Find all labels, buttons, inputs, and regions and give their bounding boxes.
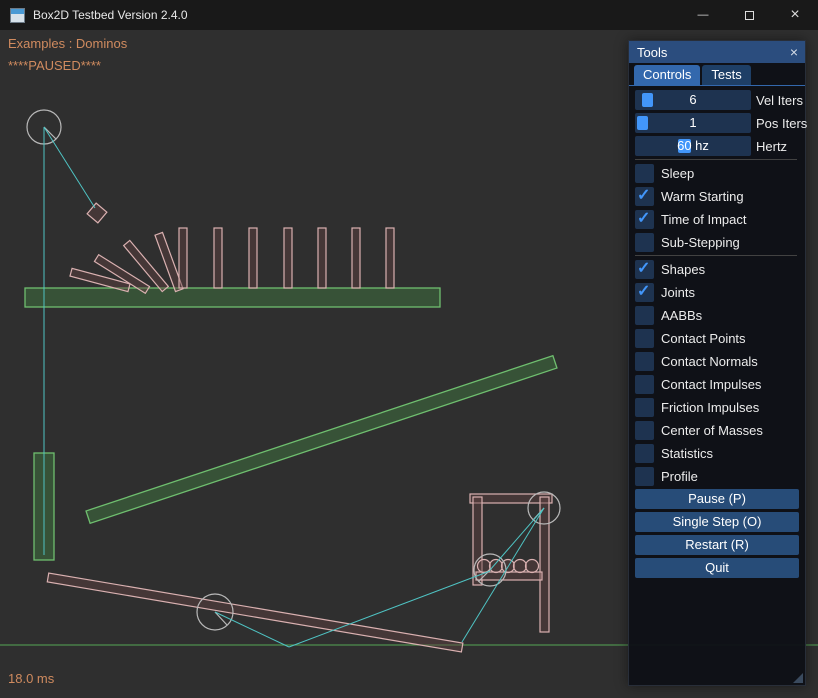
checkbox-friction-impulses[interactable]: ✓ Friction Impulses	[635, 397, 797, 417]
checkbox-statistics[interactable]: ✓ Statistics	[635, 443, 797, 463]
domino	[214, 228, 222, 288]
frame-time-label: 18.0 ms	[8, 671, 54, 686]
tab-controls[interactable]: Controls	[634, 65, 700, 85]
domino	[284, 228, 292, 288]
checkbox-warm-starting[interactable]: ✓ Warm Starting	[635, 186, 797, 206]
tools-window: Tools × Controls Tests 6 Vel Iters 1 Pos…	[628, 40, 806, 686]
minimize-button[interactable]: —	[680, 0, 726, 30]
cage-shelf	[476, 572, 542, 580]
maximize-icon	[745, 11, 754, 20]
hertz-label: Hertz	[756, 139, 787, 154]
check-icon: ✓	[637, 258, 650, 278]
app-icon	[10, 8, 25, 23]
checkbox-box[interactable]: ✓	[635, 187, 654, 206]
restart-button[interactable]: Restart (R)	[635, 535, 799, 555]
maximize-button[interactable]	[726, 0, 772, 30]
single-step-button[interactable]: Single Step (O)	[635, 512, 799, 532]
checkbox-box[interactable]: ✓	[635, 329, 654, 348]
domino	[249, 228, 257, 288]
checkbox-shapes[interactable]: ✓ Shapes	[635, 259, 797, 279]
tools-titlebar[interactable]: Tools ×	[629, 41, 805, 63]
vel-iters-label: Vel Iters	[756, 93, 803, 108]
checkbox-box[interactable]: ✓	[635, 444, 654, 463]
cage-right-post	[540, 497, 549, 632]
checkbox-box[interactable]: ✓	[635, 260, 654, 279]
checkbox-box[interactable]: ✓	[635, 398, 654, 417]
checkbox-aabbs[interactable]: ✓ AABBs	[635, 305, 797, 325]
checkbox-box[interactable]: ✓	[635, 210, 654, 229]
quit-button[interactable]: Quit	[635, 558, 799, 578]
domino	[386, 228, 394, 288]
checkbox-contact-points[interactable]: ✓ Contact Points	[635, 328, 797, 348]
checkbox-box[interactable]: ✓	[635, 164, 654, 183]
checkbox-box[interactable]: ✓	[635, 352, 654, 371]
panel-body: 6 Vel Iters 1 Pos Iters 60 hz Hertz ✓ Sl…	[629, 86, 805, 578]
checkbox-contact-impulses[interactable]: ✓ Contact Impulses	[635, 374, 797, 394]
domino	[318, 228, 326, 288]
vel-iters-slider[interactable]: 6	[635, 90, 751, 110]
hanging-box	[87, 203, 107, 223]
example-label: Examples : Dominos	[8, 36, 127, 51]
tab-tests[interactable]: Tests	[702, 65, 750, 85]
checkbox-box[interactable]: ✓	[635, 283, 654, 302]
minimize-icon: —	[698, 9, 709, 21]
checkbox-sub-stepping[interactable]: ✓ Sub-Stepping	[635, 232, 797, 252]
hertz-slider[interactable]: 60 hz	[635, 136, 751, 156]
domino	[352, 228, 360, 288]
check-icon: ✓	[637, 208, 650, 228]
circle-radius-line	[215, 612, 227, 625]
checkbox-box[interactable]: ✓	[635, 467, 654, 486]
paused-label: ****PAUSED****	[8, 58, 101, 73]
checkbox-box[interactable]: ✓	[635, 421, 654, 440]
panel-close-icon[interactable]: ×	[783, 44, 805, 60]
checkbox-sleep[interactable]: ✓ Sleep	[635, 163, 797, 183]
vel-iters-row: 6 Vel Iters	[635, 90, 797, 110]
checkbox-center-of-masses[interactable]: ✓ Center of Masses	[635, 420, 797, 440]
distance-joint	[44, 127, 95, 208]
dynamic-bodies	[47, 203, 552, 652]
check-icon: ✓	[637, 281, 650, 301]
checkbox-box[interactable]: ✓	[635, 375, 654, 394]
separator	[635, 159, 797, 160]
window-title: Box2D Testbed Version 2.4.0	[33, 8, 188, 22]
pos-iters-row: 1 Pos Iters	[635, 113, 797, 133]
close-button[interactable]: ×	[772, 0, 818, 30]
resize-grip[interactable]	[793, 673, 803, 683]
checkbox-joints[interactable]: ✓ Joints	[635, 282, 797, 302]
check-icon: ✓	[637, 185, 650, 205]
small-ball	[490, 560, 503, 573]
close-icon: ×	[790, 6, 799, 24]
domino-platform	[25, 288, 440, 307]
hertz-row: 60 hz Hertz	[635, 136, 797, 156]
small-ball	[514, 560, 527, 573]
pos-iters-label: Pos Iters	[756, 116, 807, 131]
small-ball	[478, 560, 491, 573]
domino	[179, 228, 187, 288]
separator	[635, 255, 797, 256]
checkbox-time-of-impact[interactable]: ✓ Time of Impact	[635, 209, 797, 229]
checkbox-box[interactable]: ✓	[635, 233, 654, 252]
seesaw-plank	[47, 573, 463, 652]
checkbox-box[interactable]: ✓	[635, 306, 654, 325]
pause-button[interactable]: Pause (P)	[635, 489, 799, 509]
checkbox-profile[interactable]: ✓ Profile	[635, 466, 797, 486]
small-ball	[526, 560, 539, 573]
pos-iters-slider[interactable]: 1	[635, 113, 751, 133]
checkbox-contact-normals[interactable]: ✓ Contact Normals	[635, 351, 797, 371]
tools-title: Tools	[637, 45, 667, 60]
tab-bar: Controls Tests	[629, 63, 805, 86]
window-titlebar[interactable]: Box2D Testbed Version 2.4.0 — ×	[0, 0, 818, 30]
